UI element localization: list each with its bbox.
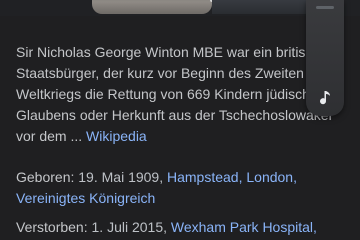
died-place-link[interactable]: Wexham Park Hospital, — [171, 219, 317, 235]
music-note-icon[interactable] — [314, 88, 334, 108]
born-place-link[interactable]: Hampstead, London, — [167, 169, 297, 185]
drag-handle[interactable] — [316, 6, 334, 9]
born-label: Geboren: — [16, 169, 79, 185]
person-photo — [92, 0, 230, 14]
born-date: 19. Mai 1909, — [78, 169, 167, 185]
born-country-link[interactable]: Vereinigtes Königreich — [16, 190, 155, 206]
description-body: Sir Nicholas George Winton MBE war ein b… — [16, 44, 333, 144]
wikipedia-link[interactable]: Wikipedia — [86, 128, 147, 144]
died-date: 1. Juli 2015, — [91, 219, 171, 235]
photo-thumbnail — [212, 0, 312, 14]
fact-born: Geboren: 19. Mai 1909, Hampstead, London… — [16, 167, 360, 209]
died-label: Verstorben: — [16, 219, 92, 235]
floating-media-widget[interactable] — [306, 0, 344, 116]
fact-died: Verstorben: 1. Juli 2015, Wexham Park Ho… — [16, 217, 360, 238]
